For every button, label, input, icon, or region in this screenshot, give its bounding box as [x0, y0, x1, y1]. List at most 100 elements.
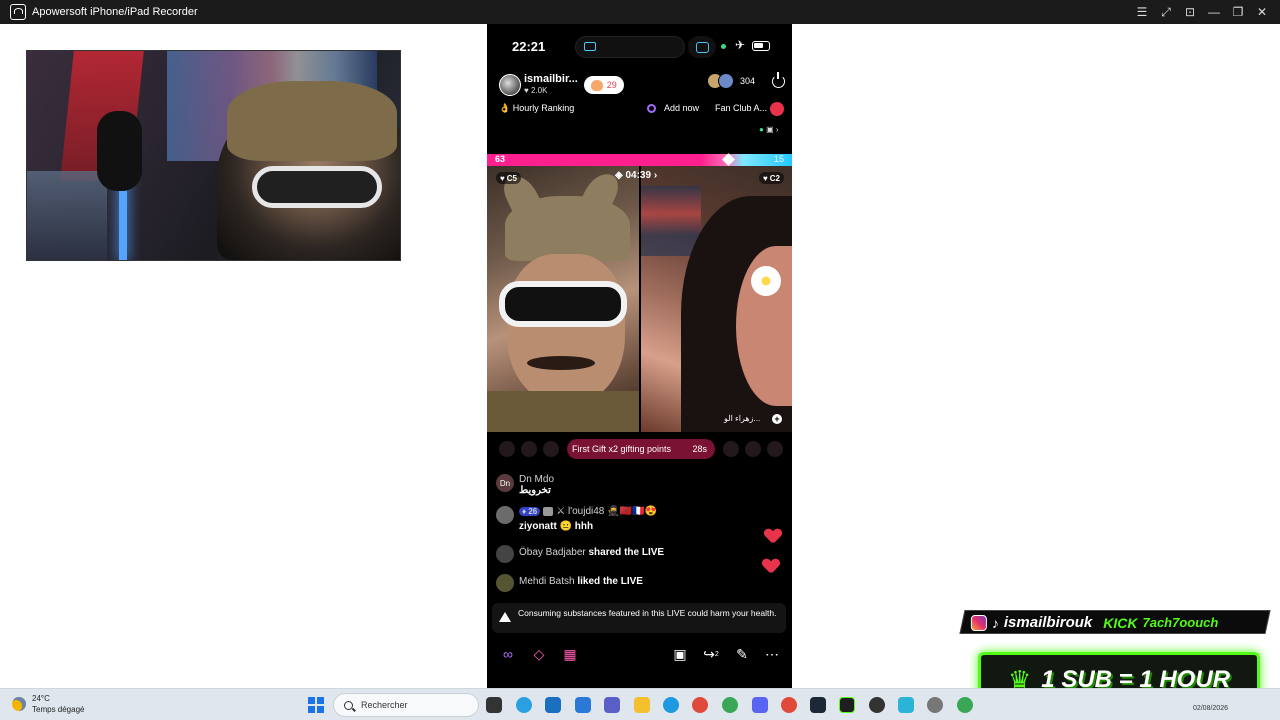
live-subbar: 👌 Hourly Ranking Add now Fan Club A...: [487, 101, 792, 117]
hourly-ranking[interactable]: 👌 Hourly Ranking: [499, 103, 574, 114]
chat-message[interactable]: Öbay Badjaber shared the LIVE: [496, 545, 664, 563]
chat-text: liked the LIVE: [577, 576, 643, 587]
host-face: [507, 254, 625, 404]
add-now-button[interactable]: Add now: [647, 103, 699, 113]
status-time: 22:21: [512, 39, 546, 54]
search-icon: [344, 700, 353, 710]
viewer-avatar: [718, 73, 734, 89]
task-view-icon[interactable]: [486, 697, 502, 713]
search-placeholder: Rechercher: [361, 700, 408, 710]
social-banner: ♪ ismailbirouk KICK 7ach7oouch: [959, 610, 1271, 634]
chat-username[interactable]: Dn Mdo: [519, 474, 554, 485]
opponent-name[interactable]: زهراء الو...: [724, 414, 760, 423]
chat-message[interactable]: ♦ 26 ⚔ l'oujdi48 🥷🇲🇦🇫🇷😍 ziyonatt 😐 hhh: [496, 506, 657, 532]
close-button[interactable]: ✕: [1250, 0, 1274, 24]
host-likes: ♥ 2.0K: [524, 86, 548, 95]
more-icon[interactable]: ⋯: [761, 643, 783, 665]
gifter-avatar: [745, 441, 761, 457]
chrome-icon[interactable]: [692, 697, 708, 713]
battle-timer[interactable]: ◈ 04:39 ›: [615, 170, 657, 181]
edge-icon[interactable]: [663, 697, 679, 713]
webcam-wall: [27, 171, 107, 260]
add-opponent-icon[interactable]: +: [772, 414, 782, 424]
start-button[interactable]: [308, 697, 324, 713]
obs-icon[interactable]: [869, 697, 885, 713]
screen-mirror-icon: [688, 36, 716, 58]
scarf: [487, 391, 639, 432]
level-badge: ♦ 26: [519, 507, 541, 516]
recorder-taskbar-icon[interactable]: [898, 697, 914, 713]
chat-avatar[interactable]: [496, 545, 514, 563]
fullscreen-icon[interactable]: ⤢: [1154, 0, 1178, 24]
background-screens: [641, 186, 701, 256]
steam-icon[interactable]: [810, 697, 826, 713]
kick-app-icon[interactable]: [839, 697, 855, 713]
right-rank-label: C2: [769, 173, 780, 183]
follow-count: 29: [606, 80, 617, 90]
fan-club-badge-icon[interactable]: [770, 102, 784, 116]
tray-date[interactable]: 02/08/2026: [1193, 705, 1228, 712]
chrome-profile-icon[interactable]: [722, 697, 738, 713]
discord-icon[interactable]: [752, 697, 768, 713]
follow-button[interactable]: 29: [583, 76, 624, 94]
menu-icon[interactable]: ☰: [1130, 0, 1154, 24]
instagram-icon: [971, 614, 987, 630]
chat-avatar[interactable]: [496, 506, 514, 524]
fan-badge-icon: [543, 506, 554, 516]
file-explorer-icon[interactable]: [634, 697, 650, 713]
minimize-button[interactable]: —: [1202, 0, 1226, 24]
host-card[interactable]: ismailbir... ♥ 2.0K 29: [499, 70, 624, 100]
chat-text: ziyonatt 😐 hhh: [519, 521, 594, 532]
chat-avatar[interactable]: Dn: [496, 474, 514, 492]
windows-taskbar: 24°C Temps dégagé Rechercher 02/08/2026: [0, 688, 1280, 720]
weather-text: 24°C Temps dégagé: [32, 693, 84, 715]
host-info: ismailbir... ♥ 2.0K: [524, 74, 578, 96]
chrome-alt-icon[interactable]: [781, 697, 797, 713]
weather-temp: 24°C: [32, 694, 50, 703]
webcam-headset: [97, 111, 142, 191]
gift-multi-icon[interactable]: ◇: [528, 643, 550, 665]
timer-value: 04:39: [625, 170, 652, 181]
kick-label: KICK: [1103, 614, 1138, 630]
opponent-video[interactable]: [641, 166, 792, 432]
pin-icon[interactable]: ⊡: [1178, 0, 1202, 24]
gifter-avatar: [543, 441, 559, 457]
add-now-label: Add now: [664, 103, 700, 113]
goggles: [499, 281, 627, 327]
host-video[interactable]: [487, 166, 639, 432]
power-icon[interactable]: [772, 72, 785, 88]
teams-icon[interactable]: [604, 697, 620, 713]
chat-username[interactable]: Mehdi Batsh: [519, 576, 575, 587]
webcam-hat: [227, 81, 397, 161]
chat-message[interactable]: Dn Dn Mdo تخرويط: [496, 474, 554, 496]
chat-username[interactable]: l'oujdi48: [568, 506, 604, 517]
level-badge-value: 26: [528, 507, 538, 516]
battle-score-bar: 63 15: [487, 153, 792, 166]
link-icon[interactable]: ∞: [497, 643, 519, 665]
film-icon[interactable]: ▣: [669, 643, 691, 665]
wand-icon[interactable]: ✎: [731, 643, 753, 665]
host-name: ismailbir...: [524, 73, 578, 85]
taskbar-search[interactable]: Rechercher: [333, 693, 479, 717]
outlook-icon[interactable]: [575, 697, 591, 713]
social-handle: ismailbirouk: [1004, 613, 1093, 631]
chat-message[interactable]: Mehdi Batsh liked the LIVE: [496, 574, 643, 592]
fan-club-label[interactable]: Fan Club A...: [715, 103, 767, 113]
apps-icon[interactable]: ▦: [559, 643, 581, 665]
telegram-icon[interactable]: [516, 697, 532, 713]
host-avatar[interactable]: [499, 74, 521, 96]
camera-indicator-icon: [721, 44, 726, 49]
restore-button[interactable]: ❐: [1226, 0, 1250, 24]
first-gift-banner[interactable]: First Gift x2 gifting points 28s: [567, 439, 715, 459]
viewer-list[interactable]: 304: [707, 73, 755, 89]
chat-username[interactable]: Öbay Badjaber: [519, 547, 586, 558]
weather-widget[interactable]: 24°C Temps dégagé: [12, 693, 84, 715]
chat-avatar[interactable]: [496, 574, 514, 592]
store-icon[interactable]: [545, 697, 561, 713]
dynamic-island: [575, 36, 685, 58]
app-root: Apowersoft iPhone/iPad Recorder ☰ ⤢ ⊡ — …: [0, 0, 1280, 720]
chrome-extra-icon[interactable]: [957, 697, 973, 713]
left-score: 63: [495, 154, 506, 164]
share-icon[interactable]: ↪ 2: [700, 643, 722, 665]
settings-icon[interactable]: [927, 697, 943, 713]
